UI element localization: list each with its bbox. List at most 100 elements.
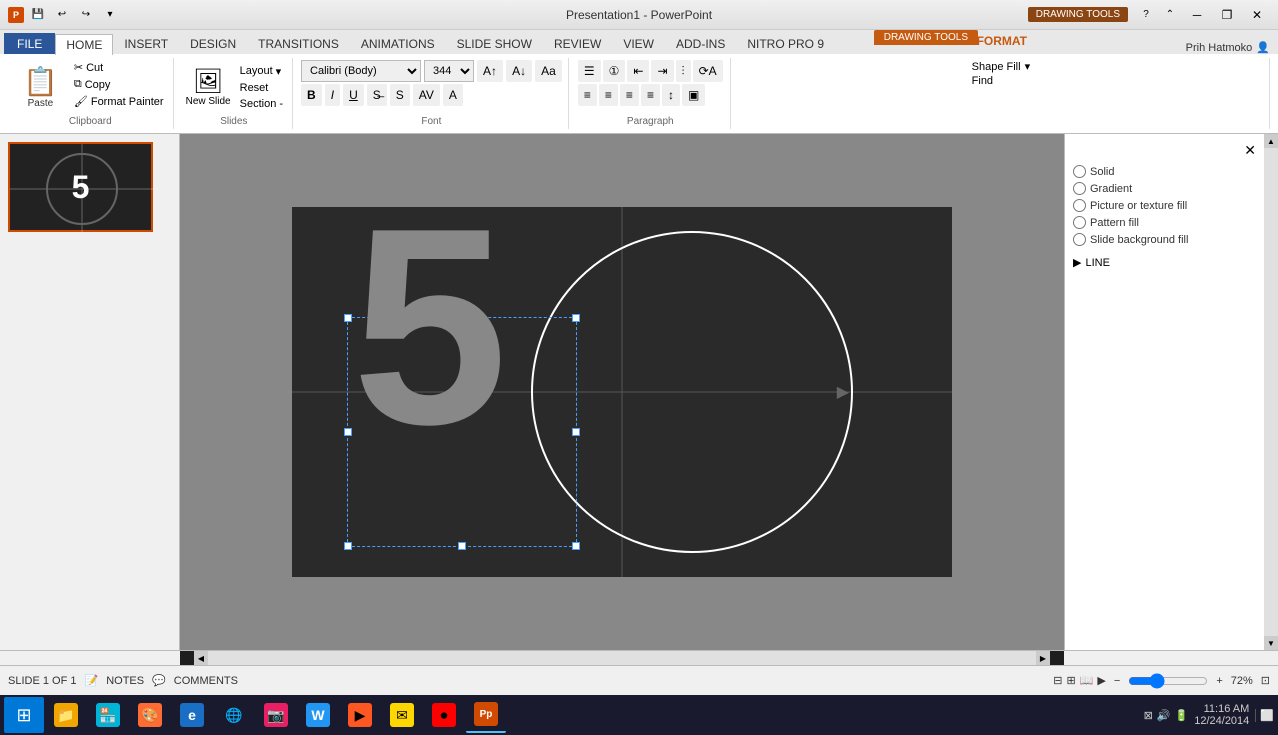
taskbar-ie[interactable]: e [172, 697, 212, 733]
comments-btn[interactable]: COMMENTS [174, 675, 238, 687]
start-button[interactable]: ⊞ [4, 697, 44, 733]
collapse-ribbon[interactable]: ⌃ [1160, 6, 1180, 24]
columns-button[interactable]: ▣ [682, 84, 705, 106]
copy-button[interactable]: ⧉ Copy [71, 77, 167, 92]
text-direction-button[interactable]: ⟳A [693, 60, 723, 82]
bold-button[interactable]: B [301, 84, 322, 106]
align-center-button[interactable]: ≡ [599, 84, 618, 106]
slide-container[interactable]: 5 untuk memperbesar ukuran huruf dapat d… [292, 207, 952, 577]
taskbar-media[interactable]: ▶ [340, 697, 380, 733]
chrome-icon: 🌐 [222, 703, 246, 727]
new-slide-button[interactable]: 🖼 New Slide [182, 63, 235, 111]
taskbar-powerpoint[interactable]: Pp [466, 697, 506, 733]
fill-slide-bg[interactable]: Slide background fill [1073, 231, 1256, 248]
fill-solid-radio[interactable] [1073, 165, 1086, 178]
taskbar-store[interactable]: 🏪 [88, 697, 128, 733]
tab-addins[interactable]: ADD-INS [665, 33, 736, 54]
window-controls: ? ⌃ ─ ❐ ✕ [1136, 6, 1270, 24]
reset-button[interactable]: Reset [237, 81, 286, 95]
fit-slide-btn[interactable]: ⊡ [1261, 674, 1270, 687]
save-button[interactable]: 💾 [28, 6, 48, 24]
taskbar-paint[interactable]: 🎨 [130, 697, 170, 733]
tab-view[interactable]: VIEW [612, 33, 665, 54]
tab-file[interactable]: FILE [4, 33, 55, 54]
font-name-select[interactable]: Calibri (Body) [301, 60, 421, 82]
fill-picture[interactable]: Picture or texture fill [1073, 197, 1256, 214]
justify-button[interactable]: ≡ [641, 84, 660, 106]
tab-slideshow[interactable]: SLIDE SHOW [446, 33, 543, 54]
taskbar-rec[interactable]: ⏺ [424, 697, 464, 733]
scroll-right-btn[interactable]: ▶ [1036, 651, 1050, 665]
scroll-down-button[interactable]: ▼ [1264, 636, 1278, 650]
section-button[interactable]: Section - [237, 97, 286, 111]
bullets-button[interactable]: ☰ [578, 60, 601, 82]
tab-format-drawing[interactable]: FORMAT [966, 30, 1038, 51]
shadow-button[interactable]: S [390, 84, 410, 106]
italic-button[interactable]: I [325, 84, 340, 106]
slide-sorter-btn[interactable]: ⊞ [1066, 674, 1075, 687]
taskbar-chrome[interactable]: 🌐 [214, 697, 254, 733]
taskbar-mail[interactable]: ✉ [382, 697, 422, 733]
align-left-button[interactable]: ≡ [578, 84, 597, 106]
tab-transitions[interactable]: TRANSITIONS [247, 33, 350, 54]
normal-view-btn[interactable]: ⊟ [1053, 674, 1062, 687]
taskbar-word[interactable]: W [298, 697, 338, 733]
minimize-button[interactable]: ─ [1184, 6, 1210, 24]
scroll-left-btn[interactable]: ◀ [194, 651, 208, 665]
notes-btn[interactable]: NOTES [106, 675, 144, 687]
font-color-button[interactable]: A [443, 84, 463, 106]
format-painter-button[interactable]: 🖌 Format Painter [71, 94, 167, 109]
indent-increase-button[interactable]: ⇥ [651, 60, 673, 82]
clear-format-button[interactable]: Aa [535, 60, 562, 82]
user-area[interactable]: Prih Hatmoko 👤 [1186, 41, 1270, 54]
redo-button[interactable]: ↪ [76, 6, 96, 24]
scroll-track[interactable] [1264, 148, 1278, 636]
char-spacing-button[interactable]: AV [413, 84, 440, 106]
scroll-up-button[interactable]: ▲ [1264, 134, 1278, 148]
taskbar-camera[interactable]: 📷 [256, 697, 296, 733]
reading-view-btn[interactable]: 📖 [1080, 674, 1094, 687]
tab-design[interactable]: DESIGN [179, 33, 247, 54]
zoom-slider[interactable] [1128, 674, 1208, 688]
fill-gradient[interactable]: Gradient [1073, 180, 1256, 197]
slide-thumbnail[interactable]: 5 [8, 142, 153, 232]
paste-button[interactable]: 📋 Paste [14, 60, 67, 114]
zoom-in-btn[interactable]: + [1216, 675, 1222, 687]
fill-gradient-radio[interactable] [1073, 182, 1086, 195]
cut-button[interactable]: ✂ Cut [71, 60, 167, 75]
tab-animations[interactable]: ANIMATIONS [350, 33, 446, 54]
scroll-right-button[interactable]: ▶ [837, 382, 849, 402]
align-right-button[interactable]: ≡ [620, 84, 639, 106]
h-scroll-track[interactable] [208, 651, 1036, 665]
strikethrough-button[interactable]: S̶ [367, 84, 387, 106]
fill-pattern-radio[interactable] [1073, 216, 1086, 229]
taskbar-explorer[interactable]: 📁 [46, 697, 86, 733]
slideshow-btn[interactable]: ▶ [1097, 674, 1105, 687]
right-panel-close[interactable]: ✕ [1244, 142, 1256, 159]
font-grow-button[interactable]: A↑ [477, 60, 503, 82]
font-shrink-button[interactable]: A↓ [506, 60, 532, 82]
help-button[interactable]: ? [1136, 6, 1156, 24]
close-button[interactable]: ✕ [1244, 6, 1270, 24]
customize-qat[interactable]: ▾ [100, 6, 120, 24]
zoom-out-btn[interactable]: − [1114, 675, 1120, 687]
font-size-select[interactable]: 344 [424, 60, 474, 82]
tab-home[interactable]: HOME [55, 34, 113, 55]
column-button[interactable]: ⫶ [676, 60, 691, 82]
restore-button[interactable]: ❐ [1214, 6, 1240, 24]
indent-decrease-button[interactable]: ⇤ [627, 60, 649, 82]
tab-insert[interactable]: INSERT [113, 33, 179, 54]
fill-pattern[interactable]: Pattern fill [1073, 214, 1256, 231]
undo-button[interactable]: ↩ [52, 6, 72, 24]
paste-label: Paste [28, 98, 54, 109]
tab-nitro[interactable]: NITRO PRO 9 [736, 33, 835, 54]
line-expand[interactable]: ▶ LINE [1073, 256, 1256, 269]
fill-picture-radio[interactable] [1073, 199, 1086, 212]
tab-review[interactable]: REVIEW [543, 33, 612, 54]
layout-button[interactable]: Layout ▾ [237, 64, 286, 79]
numbering-button[interactable]: ① [603, 60, 626, 82]
line-spacing-button[interactable]: ↕ [662, 84, 680, 106]
underline-button[interactable]: U [343, 84, 364, 106]
fill-solid[interactable]: Solid [1073, 163, 1256, 180]
fill-slide-bg-radio[interactable] [1073, 233, 1086, 246]
